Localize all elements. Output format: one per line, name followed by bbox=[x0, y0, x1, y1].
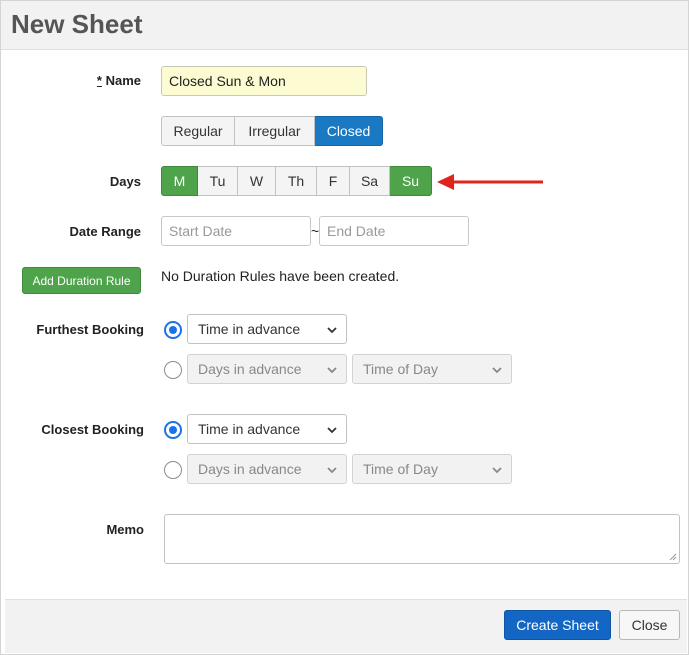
schedule-type-regular[interactable]: Regular bbox=[161, 116, 235, 146]
days-group: M Tu W Th F Sa Su bbox=[161, 166, 432, 196]
day-friday[interactable]: F bbox=[317, 166, 350, 196]
dialog-title: New Sheet bbox=[11, 9, 143, 39]
day-thursday[interactable]: Th bbox=[276, 166, 317, 196]
days-label: Days bbox=[109, 174, 141, 189]
add-duration-rule-button[interactable]: Add Duration Rule bbox=[22, 267, 141, 294]
name-label: * Name bbox=[61, 73, 141, 88]
day-sunday[interactable]: Su bbox=[390, 166, 432, 196]
no-duration-rules-text: No Duration Rules have been created. bbox=[161, 268, 400, 284]
closest-time-in-advance-select[interactable]: Time in advance bbox=[187, 414, 347, 444]
date-range-separator: ~ bbox=[311, 223, 320, 239]
closest-booking-label: Closest Booking bbox=[41, 422, 144, 437]
furthest-time-in-advance-select[interactable]: Time in advance bbox=[187, 314, 347, 344]
day-wednesday[interactable]: W bbox=[238, 166, 276, 196]
closest-time-of-day-select[interactable]: Time of Day bbox=[352, 454, 512, 484]
new-sheet-dialog: New Sheet * Name Regular Irregular Close… bbox=[0, 0, 689, 655]
memo-label: Memo bbox=[106, 522, 144, 537]
name-label-text: Name bbox=[105, 73, 141, 88]
furthest-booking-label: Furthest Booking bbox=[36, 322, 144, 337]
closest-time-in-advance-radio[interactable] bbox=[164, 421, 182, 439]
required-mark: * bbox=[96, 73, 102, 88]
start-date-input[interactable] bbox=[161, 216, 311, 246]
furthest-days-in-advance-value: Days in advance bbox=[198, 361, 302, 377]
red-arrow-icon bbox=[437, 174, 543, 190]
end-date-input[interactable] bbox=[319, 216, 469, 246]
name-input[interactable] bbox=[161, 66, 367, 96]
furthest-days-in-advance-radio[interactable] bbox=[164, 361, 182, 379]
furthest-time-of-day-value: Time of Day bbox=[363, 361, 438, 377]
closest-days-in-advance-value: Days in advance bbox=[198, 461, 302, 477]
closest-days-in-advance-select[interactable]: Days in advance bbox=[187, 454, 347, 484]
closest-days-in-advance-radio[interactable] bbox=[164, 461, 182, 479]
schedule-type-group: Regular Irregular Closed bbox=[161, 116, 383, 146]
furthest-time-in-advance-value: Time in advance bbox=[198, 321, 301, 337]
close-button[interactable]: Close bbox=[619, 610, 680, 640]
dialog-header: New Sheet bbox=[1, 1, 688, 50]
furthest-time-in-advance-radio[interactable] bbox=[164, 321, 182, 339]
date-range-label: Date Range bbox=[69, 224, 141, 239]
day-saturday[interactable]: Sa bbox=[350, 166, 390, 196]
resize-grip-icon[interactable] bbox=[669, 553, 677, 561]
chevron-down-icon bbox=[327, 427, 337, 434]
closest-time-in-advance-value: Time in advance bbox=[198, 421, 301, 437]
chevron-down-icon bbox=[327, 467, 337, 474]
chevron-down-icon bbox=[327, 327, 337, 334]
chevron-down-icon bbox=[492, 467, 502, 474]
furthest-time-of-day-select[interactable]: Time of Day bbox=[352, 354, 512, 384]
schedule-type-closed[interactable]: Closed bbox=[315, 116, 383, 146]
schedule-type-irregular[interactable]: Irregular bbox=[235, 116, 315, 146]
chevron-down-icon bbox=[327, 367, 337, 374]
day-tuesday[interactable]: Tu bbox=[198, 166, 238, 196]
chevron-down-icon bbox=[492, 367, 502, 374]
memo-textarea[interactable] bbox=[164, 514, 680, 564]
day-monday[interactable]: M bbox=[161, 166, 198, 196]
closest-time-of-day-value: Time of Day bbox=[363, 461, 438, 477]
furthest-days-in-advance-select[interactable]: Days in advance bbox=[187, 354, 347, 384]
create-sheet-button[interactable]: Create Sheet bbox=[504, 610, 611, 640]
